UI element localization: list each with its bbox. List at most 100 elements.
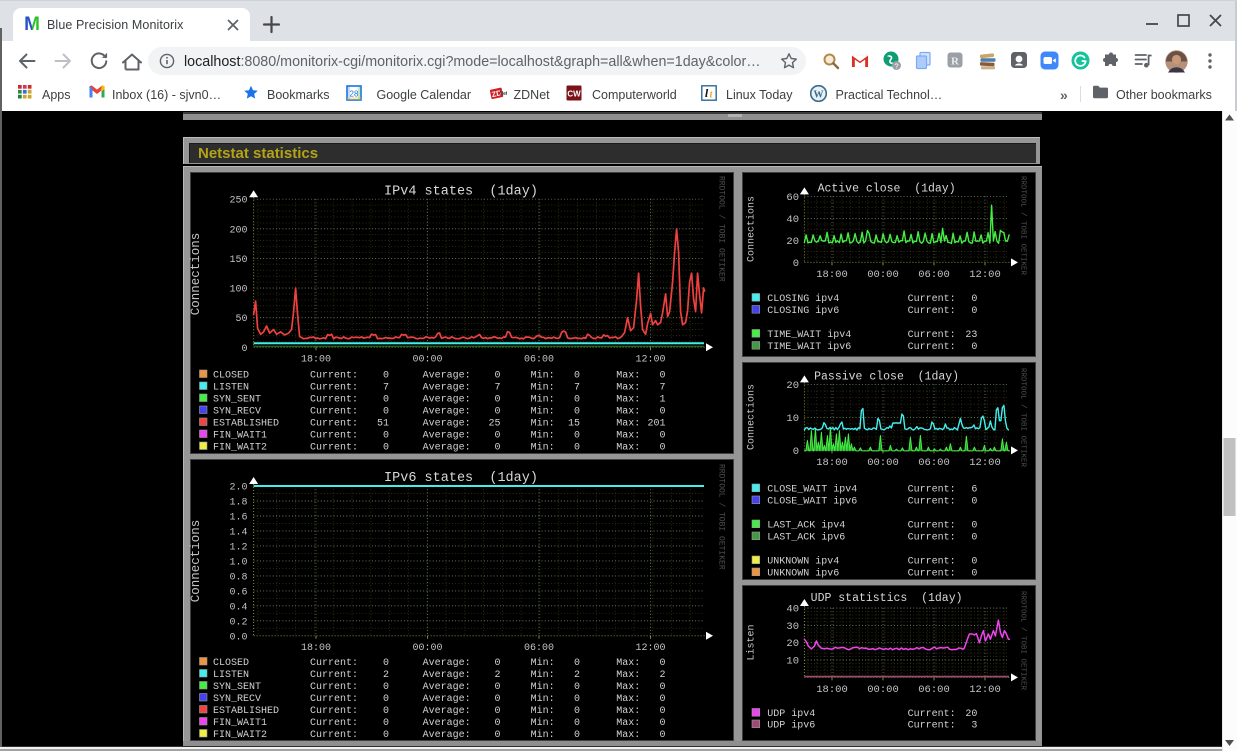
svg-text:CLOSED: CLOSED	[213, 371, 249, 382]
svg-text:TIME_WAIT ipv4: TIME_WAIT ipv4	[767, 329, 851, 341]
svg-text:Current:: Current:	[310, 658, 358, 669]
svg-text:201: 201	[647, 419, 665, 430]
svg-text:23: 23	[965, 330, 977, 341]
svg-text:Current:: Current:	[310, 730, 358, 741]
svg-text:TIME_WAIT ipv6: TIME_WAIT ipv6	[767, 341, 851, 353]
svg-text:0: 0	[971, 569, 977, 580]
svg-text:Min:: Min:	[531, 382, 555, 394]
svg-text:0: 0	[574, 443, 580, 454]
svg-text:RRDTOOL / TOBI OETIKER: RRDTOOL / TOBI OETIKER	[1019, 176, 1027, 276]
svg-text:SYN_SENT: SYN_SENT	[213, 682, 261, 693]
svg-text:0: 0	[383, 706, 389, 717]
svg-text:40: 40	[786, 214, 799, 226]
svg-text:Max:: Max:	[616, 443, 640, 454]
svg-text:0: 0	[494, 694, 500, 705]
svg-text:Connections: Connections	[189, 520, 203, 603]
svg-text:Max:: Max:	[616, 706, 640, 717]
svg-text:0: 0	[574, 407, 580, 418]
svg-text:Max:: Max:	[616, 383, 640, 394]
svg-text:UNKNOWN ipv6: UNKNOWN ipv6	[767, 568, 839, 580]
svg-text:0: 0	[383, 431, 389, 442]
svg-text:0.4: 0.4	[229, 602, 247, 613]
svg-text:30: 30	[786, 621, 799, 633]
svg-text:0: 0	[494, 682, 500, 693]
svg-text:Max:: Max:	[616, 419, 640, 430]
svg-text:Active close (1day): Active close (1day)	[818, 183, 956, 196]
svg-text:Current:: Current:	[908, 533, 956, 544]
svg-text:Current:: Current:	[310, 383, 358, 394]
svg-text:0: 0	[574, 658, 580, 669]
svg-text:12:00: 12:00	[969, 269, 1001, 281]
svg-text:Min:: Min:	[531, 657, 555, 669]
svg-text:Current:: Current:	[908, 330, 956, 341]
svg-text:Average:: Average:	[423, 443, 471, 454]
svg-text:1.0: 1.0	[229, 557, 247, 568]
svg-text:12:00: 12:00	[969, 684, 1001, 696]
svg-text:06:00: 06:00	[918, 269, 950, 281]
svg-text:Max:: Max:	[616, 395, 640, 406]
svg-text:60: 60	[786, 192, 799, 204]
svg-text:SYN_RECV: SYN_RECV	[213, 407, 261, 418]
svg-text:1.8: 1.8	[229, 498, 247, 509]
svg-text:7: 7	[494, 383, 500, 394]
svg-text:IPv4 states (1day): IPv4 states (1day)	[384, 185, 538, 200]
svg-text:0: 0	[659, 706, 665, 717]
svg-text:Min:: Min:	[531, 681, 555, 693]
svg-text:0: 0	[659, 718, 665, 729]
svg-text:Min:: Min:	[531, 729, 555, 741]
svg-text:Min:: Min:	[531, 669, 555, 681]
svg-text:RRDTOOL / TOBI OETIKER: RRDTOOL / TOBI OETIKER	[717, 464, 726, 570]
svg-text:LAST_ACK ipv6: LAST_ACK ipv6	[767, 532, 845, 544]
svg-text:0: 0	[383, 371, 389, 382]
svg-text:Current:: Current:	[908, 294, 956, 305]
svg-text:Min:: Min:	[531, 394, 555, 406]
svg-text:Current:: Current:	[310, 706, 358, 717]
svg-text:0: 0	[659, 371, 665, 382]
svg-text:Connections: Connections	[746, 384, 758, 450]
svg-text:Current:: Current:	[310, 670, 358, 681]
svg-text:10: 10	[786, 413, 799, 425]
svg-text:0: 0	[494, 407, 500, 418]
svg-text:Max:: Max:	[616, 407, 640, 418]
svg-text:10: 10	[786, 656, 799, 668]
svg-text:Average:: Average:	[423, 682, 471, 693]
svg-text:18:00: 18:00	[301, 354, 331, 365]
svg-text:Average:: Average:	[423, 718, 471, 729]
svg-text:Current:: Current:	[908, 557, 956, 568]
svg-text:Max:: Max:	[616, 431, 640, 442]
svg-text:12:00: 12:00	[635, 354, 665, 365]
svg-text:Average:: Average:	[423, 407, 471, 418]
svg-text:0: 0	[574, 730, 580, 741]
svg-text:Current:: Current:	[908, 709, 956, 720]
svg-text:7: 7	[383, 383, 389, 394]
svg-text:RRDTOOL / TOBI OETIKER: RRDTOOL / TOBI OETIKER	[1019, 368, 1027, 468]
svg-text:Current:: Current:	[908, 569, 956, 580]
svg-text:RRDTOOL / TOBI OETIKER: RRDTOOL / TOBI OETIKER	[1019, 591, 1027, 691]
svg-text:SYN_SENT: SYN_SENT	[213, 395, 261, 406]
svg-text:UDP ipv4: UDP ipv4	[767, 708, 815, 720]
svg-text:Current:: Current:	[310, 682, 358, 693]
svg-text:15: 15	[568, 419, 580, 430]
svg-text:2: 2	[574, 670, 580, 681]
svg-text:Average:: Average:	[423, 706, 471, 717]
svg-text:0: 0	[383, 682, 389, 693]
svg-text:Current:: Current:	[908, 721, 956, 732]
svg-text:1.6: 1.6	[229, 513, 247, 524]
svg-text:LISTEN: LISTEN	[213, 670, 249, 681]
svg-text:CLOSE_WAIT ipv4: CLOSE_WAIT ipv4	[767, 484, 857, 496]
svg-text:150: 150	[229, 255, 247, 266]
svg-text:0.6: 0.6	[229, 587, 247, 598]
svg-text:18:00: 18:00	[816, 457, 848, 469]
svg-text:Max:: Max:	[616, 658, 640, 669]
svg-text:Passive close (1day): Passive close (1day)	[814, 371, 959, 384]
svg-text:Average:: Average:	[423, 730, 471, 741]
svg-text:0: 0	[574, 371, 580, 382]
svg-text:Current:: Current:	[908, 342, 956, 353]
svg-text:Max:: Max:	[616, 670, 640, 681]
svg-text:IPv6 states (1day): IPv6 states (1day)	[384, 471, 538, 486]
svg-text:Min:: Min:	[531, 406, 555, 418]
svg-text:0: 0	[793, 258, 799, 270]
svg-text:Current:: Current:	[908, 521, 956, 532]
svg-text:0: 0	[659, 682, 665, 693]
svg-text:06:00: 06:00	[918, 684, 950, 696]
